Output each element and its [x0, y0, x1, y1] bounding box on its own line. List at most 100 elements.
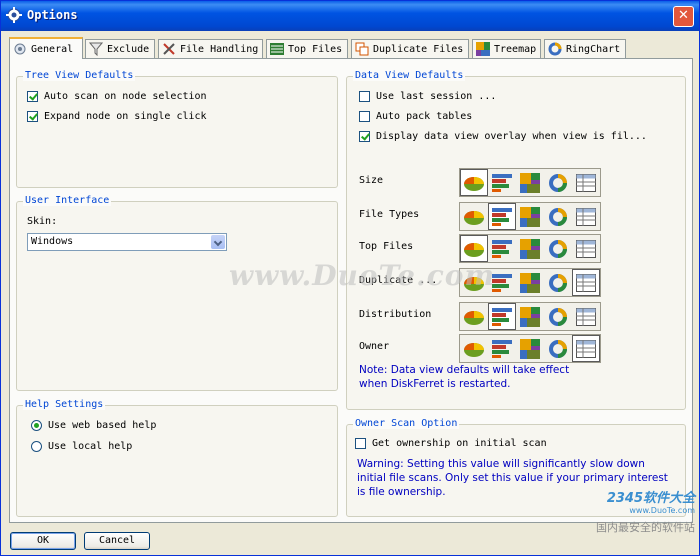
- tab-label: Exclude: [107, 43, 150, 55]
- view-row-label: File Types: [359, 209, 420, 220]
- treemap-icon[interactable]: [516, 269, 544, 296]
- auto-pack-tables-checkbox[interactable]: [359, 111, 370, 122]
- group-legend: User Interface: [23, 195, 112, 206]
- skin-value: Windows: [31, 236, 74, 247]
- cancel-button[interactable]: Cancel: [84, 532, 150, 550]
- use-last-session-row[interactable]: Use last session ...: [359, 91, 496, 102]
- use-last-session-checkbox[interactable]: [359, 91, 370, 102]
- view-type-selector: [459, 302, 601, 331]
- treemap-icon[interactable]: [516, 169, 544, 196]
- piechart-icon[interactable]: [460, 235, 488, 262]
- piechart-icon[interactable]: [460, 335, 488, 362]
- view-type-selector: [459, 168, 601, 197]
- group-legend: Owner Scan Option: [353, 418, 460, 429]
- radio-label: Use web based help: [48, 420, 157, 431]
- tree-view-defaults-group: Tree View Defaults Auto scan on node sel…: [16, 70, 338, 188]
- group-legend: Data View Defaults: [353, 70, 466, 81]
- treemap-icon[interactable]: [516, 335, 544, 362]
- expand-node-checkbox-row[interactable]: Expand node on single click: [27, 111, 207, 122]
- view-type-selector: [459, 234, 601, 263]
- ringchart-icon[interactable]: [544, 269, 572, 296]
- barchart-icon[interactable]: [488, 203, 516, 230]
- table-icon[interactable]: [572, 203, 600, 230]
- ringchart-icon[interactable]: [544, 303, 572, 330]
- barchart-icon[interactable]: [488, 303, 516, 330]
- tab-file-handling[interactable]: File Handling: [158, 39, 263, 58]
- list-icon: [270, 43, 284, 55]
- web-help-radio[interactable]: [31, 420, 42, 431]
- ringchart-icon[interactable]: [544, 335, 572, 362]
- auto-pack-tables-row[interactable]: Auto pack tables: [359, 111, 472, 122]
- options-dialog: Options ✕ General Exclude File Handling …: [0, 0, 700, 556]
- chevron-down-icon[interactable]: [211, 235, 225, 249]
- web-help-radio-row[interactable]: Use web based help: [31, 420, 156, 431]
- tab-exclude[interactable]: Exclude: [85, 39, 155, 58]
- barchart-icon[interactable]: [488, 269, 516, 296]
- barchart-icon[interactable]: [488, 235, 516, 262]
- display-overlay-checkbox[interactable]: [359, 131, 370, 142]
- table-icon[interactable]: [572, 169, 600, 196]
- tab-bar: General Exclude File Handling Top Files …: [9, 37, 693, 59]
- barchart-icon[interactable]: [488, 169, 516, 196]
- view-row-label: Distribution: [359, 309, 432, 320]
- piechart-icon[interactable]: [460, 269, 488, 296]
- piechart-icon[interactable]: [460, 169, 488, 196]
- skin-select[interactable]: Windows: [27, 233, 227, 251]
- view-row-label: Duplicate ...: [359, 275, 438, 286]
- gear-icon: [14, 43, 26, 55]
- treemap-icon[interactable]: [516, 203, 544, 230]
- barchart-icon[interactable]: [488, 335, 516, 362]
- ok-button[interactable]: OK: [10, 532, 76, 550]
- table-icon[interactable]: [572, 303, 600, 330]
- title-bar[interactable]: Options ✕: [1, 1, 699, 31]
- tab-label: General: [31, 43, 74, 55]
- group-legend: Help Settings: [23, 399, 106, 410]
- ownership-warning: Warning: Setting this value will signifi…: [357, 458, 668, 498]
- user-interface-group: User Interface Skin: Windows: [16, 195, 338, 391]
- auto-scan-checkbox[interactable]: [27, 91, 38, 102]
- treemap-icon[interactable]: [516, 235, 544, 262]
- tab-ringchart[interactable]: RingChart: [544, 39, 626, 58]
- tab-general[interactable]: General: [9, 37, 83, 59]
- ringchart-icon[interactable]: [544, 203, 572, 230]
- group-legend: Tree View Defaults: [23, 70, 136, 81]
- display-overlay-row[interactable]: Display data view overlay when view is f…: [359, 131, 647, 142]
- tab-label: Top Files: [288, 43, 343, 55]
- restart-note: Note: Data view defaults will take effec…: [359, 364, 570, 390]
- duplicate-icon: [355, 42, 369, 56]
- view-type-selector: [459, 268, 601, 297]
- get-ownership-checkbox[interactable]: [355, 438, 366, 449]
- help-settings-group: Help Settings Use web based help Use loc…: [16, 399, 338, 517]
- close-icon: ✕: [678, 8, 689, 23]
- ringchart-icon[interactable]: [544, 169, 572, 196]
- tab-duplicate-files[interactable]: Duplicate Files: [351, 39, 469, 58]
- close-button[interactable]: ✕: [673, 6, 694, 27]
- checkbox-label: Use last session ...: [376, 91, 497, 102]
- view-type-selector: [459, 334, 601, 363]
- treemap-icon[interactable]: [516, 303, 544, 330]
- tab-top-files[interactable]: Top Files: [266, 39, 348, 58]
- tab-label: File Handling: [180, 43, 259, 55]
- gear-icon: [6, 7, 22, 23]
- piechart-icon[interactable]: [460, 303, 488, 330]
- owner-scan-group: Owner Scan Option Get ownership on initi…: [346, 418, 686, 517]
- view-row-label: Size: [359, 175, 384, 186]
- get-ownership-row[interactable]: Get ownership on initial scan: [355, 438, 547, 449]
- radio-label: Use local help: [48, 441, 133, 452]
- piechart-icon[interactable]: [460, 203, 488, 230]
- view-type-selector: [459, 202, 601, 231]
- tab-treemap[interactable]: Treemap: [472, 39, 541, 58]
- table-icon[interactable]: [572, 269, 600, 296]
- local-help-radio-row[interactable]: Use local help: [31, 441, 132, 452]
- local-help-radio[interactable]: [31, 441, 42, 452]
- table-icon[interactable]: [572, 235, 600, 262]
- ringchart-icon[interactable]: [544, 235, 572, 262]
- general-tab-panel: Tree View Defaults Auto scan on node sel…: [9, 58, 693, 523]
- auto-scan-checkbox-row[interactable]: Auto scan on node selection: [27, 91, 207, 102]
- checkbox-label: Get ownership on initial scan: [372, 438, 547, 449]
- expand-node-checkbox[interactable]: [27, 111, 38, 122]
- table-icon[interactable]: [572, 335, 600, 362]
- ringchart-icon: [548, 42, 562, 56]
- checkbox-label: Auto pack tables: [376, 111, 473, 122]
- cross-tools-icon: [163, 43, 175, 55]
